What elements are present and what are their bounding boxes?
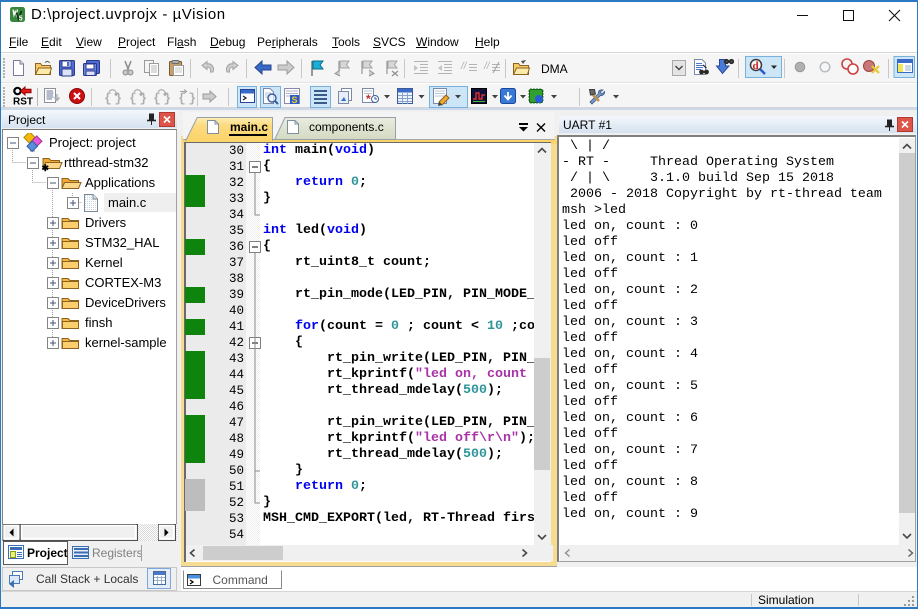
svg-text:Project: project: Project: project: [49, 135, 136, 150]
svg-text:STM32_HAL: STM32_HAL: [85, 235, 159, 250]
svg-text:d: d: [753, 60, 759, 72]
svg-text:Command: Command: [213, 573, 268, 587]
svg-text:rtthread-stm32: rtthread-stm32: [64, 155, 149, 170]
svg-text:Kernel: Kernel: [85, 255, 123, 270]
svg-text:Drivers: Drivers: [85, 215, 127, 230]
svg-text:{ }: { }: [104, 91, 122, 106]
svg-text://: //: [460, 61, 468, 72]
svg-text:components.c: components.c: [309, 120, 384, 134]
svg-text:DeviceDrivers: DeviceDrivers: [85, 295, 166, 310]
svg-text://: //: [483, 61, 491, 72]
svg-text:S: S: [292, 95, 298, 105]
svg-text:Applications: Applications: [85, 175, 156, 190]
svg-text:{ }: { }: [178, 91, 196, 106]
svg-text:main.c: main.c: [230, 120, 268, 134]
svg-text:{ }: { }: [153, 91, 171, 106]
svg-text:DMA: DMA: [541, 62, 568, 76]
svg-text:main.c: main.c: [108, 195, 147, 210]
svg-text:✱: ✱: [42, 163, 50, 173]
svg-text:Call Stack + Locals: Call Stack + Locals: [36, 572, 138, 586]
svg-text:RST: RST: [13, 97, 33, 108]
svg-text:*: *: [366, 92, 371, 106]
svg-text:Registers: Registers: [92, 546, 143, 560]
svg-text:Project: Project: [27, 546, 68, 560]
svg-text:5: 5: [19, 16, 23, 23]
svg-text:kernel-sample: kernel-sample: [85, 335, 167, 350]
svg-text:{ }: { }: [129, 91, 147, 106]
svg-text:finsh: finsh: [85, 315, 112, 330]
svg-text:CORTEX-M3: CORTEX-M3: [85, 275, 161, 290]
